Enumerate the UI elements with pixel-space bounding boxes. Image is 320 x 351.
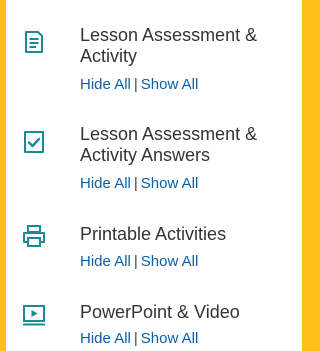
show-all-link[interactable]: Show All [141, 175, 199, 192]
document-lines-icon [22, 30, 46, 54]
section-title-line: Activity Answers [80, 145, 211, 165]
show-all-link[interactable]: Show All [141, 253, 199, 270]
show-all-link[interactable]: Show All [141, 76, 199, 93]
link-separator: | [133, 330, 138, 347]
toggle-links: Hide All | Show All [80, 175, 198, 193]
section-title-line: Lesson Assessment & [80, 25, 258, 45]
resource-panel: Lesson Assessment & Activity Hide All | Sh… [6, 0, 302, 351]
link-separator: | [133, 253, 138, 270]
section-title-line: Lesson Assessment & [80, 124, 258, 144]
show-all-link[interactable]: Show All [141, 330, 199, 347]
toggle-links: Hide All | Show All [80, 253, 198, 271]
section-title: Printable Activities [80, 224, 298, 245]
section-title-line: Activity [80, 46, 138, 66]
section-title: PowerPoint & Video [80, 302, 298, 323]
video-play-icon [22, 303, 46, 327]
section-title: Lesson Assessment & Activity Answers [80, 124, 298, 166]
section-title-line: Printable Activities [80, 224, 227, 244]
hide-all-link[interactable]: Hide All [80, 253, 131, 270]
section-title: Lesson Assessment & Activity [80, 25, 298, 67]
printer-icon [22, 224, 46, 248]
hide-all-link[interactable]: Hide All [80, 175, 131, 192]
toggle-links: Hide All | Show All [80, 330, 198, 348]
checked-document-icon [22, 130, 46, 154]
hide-all-link[interactable]: Hide All [80, 330, 131, 347]
link-separator: | [133, 175, 138, 192]
section-title-line: PowerPoint & Video [80, 302, 240, 322]
hide-all-link[interactable]: Hide All [80, 76, 131, 93]
toggle-links: Hide All | Show All [80, 76, 198, 94]
link-separator: | [133, 76, 138, 93]
